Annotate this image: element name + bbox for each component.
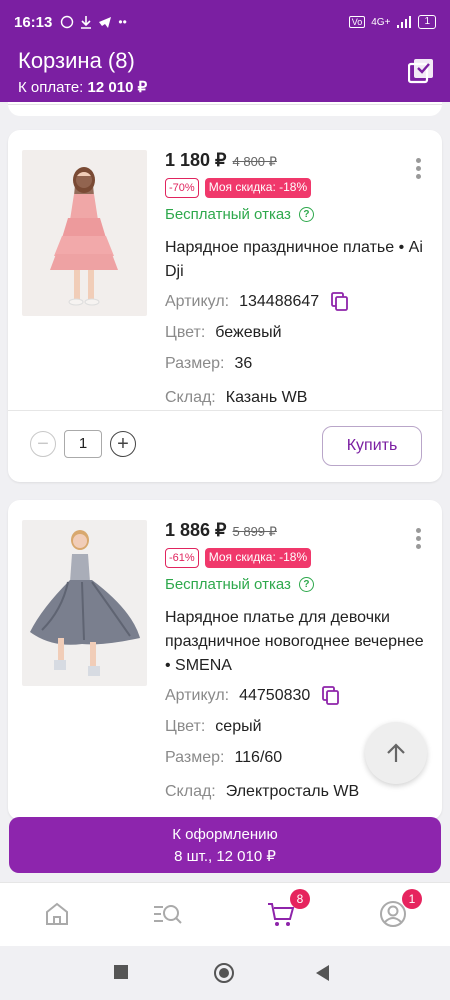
free-return: Бесплатный отказ ?	[165, 204, 430, 224]
increase-quantity-button[interactable]: +	[110, 431, 136, 457]
status-right: Vo 4G+ 1	[348, 15, 436, 29]
product-image[interactable]	[22, 520, 147, 686]
old-price: 5 899 ₽	[232, 524, 277, 539]
quantity-stepper: − 1 +	[30, 430, 136, 458]
article-label: Артикул:	[165, 687, 230, 704]
home-button[interactable]	[214, 963, 234, 983]
price-row: 1 180 ₽ 4 800 ₽	[165, 150, 430, 172]
payment-total: К оплате: 12 010 ₽	[18, 78, 432, 96]
system-navigation-bar	[0, 946, 450, 1000]
color-value: серый	[215, 718, 262, 735]
copy-icon[interactable]	[322, 686, 340, 706]
bottom-tab-bar: 8 1	[0, 882, 450, 946]
discount-badges: -61% Моя скидка: -18%	[165, 548, 430, 568]
previous-card-edge	[8, 102, 442, 116]
article-value: 134488647	[239, 293, 320, 310]
product-info: 1 180 ₽ 4 800 ₽ -70% Моя скидка: -18% Бе…	[165, 150, 430, 411]
checkout-summary: 8 шт., 12 010 ₽	[174, 847, 276, 865]
free-return-label: Бесплатный отказ	[165, 205, 291, 223]
profile-notification-badge: 1	[402, 889, 422, 909]
discount-badges: -70% Моя скидка: -18%	[165, 178, 430, 198]
checkout-label: К оформлению	[172, 825, 278, 843]
tab-home[interactable]	[42, 899, 72, 929]
buy-button[interactable]: Купить	[322, 426, 422, 466]
size-value: 116/60	[234, 749, 283, 766]
arrow-up-icon	[387, 743, 405, 762]
article-value: 44750830	[239, 687, 311, 704]
notification-icons: ••	[60, 15, 127, 29]
my-discount-badge: Моя скидка: -18%	[204, 548, 312, 568]
product-name[interactable]: Нарядное платье для девочки праздничное …	[165, 606, 430, 678]
scroll-to-top-button[interactable]	[365, 722, 427, 784]
product-name[interactable]: Нарядное праздничное платье • Ai Dji	[165, 236, 430, 284]
more-notifications-icon: ••	[118, 15, 127, 29]
current-price: 1 180 ₽	[165, 150, 227, 170]
payment-amount: 12 010 ₽	[87, 79, 148, 96]
status-bar: 16:13 •• Vo 4G+ 1	[0, 0, 450, 44]
article-row: Артикул: 134488647	[165, 289, 430, 315]
help-icon[interactable]: ?	[298, 206, 314, 222]
help-icon[interactable]: ?	[298, 576, 314, 592]
copy-icon[interactable]	[331, 292, 349, 312]
color-row: Цвет: бежевый	[165, 320, 430, 346]
discount-badge: -70%	[165, 178, 199, 198]
home-icon	[46, 902, 68, 925]
quantity-input[interactable]: 1	[64, 430, 102, 458]
old-price: 4 800 ₽	[232, 154, 277, 169]
whatsapp-icon	[61, 15, 74, 29]
signal-icon	[397, 16, 412, 28]
tab-profile[interactable]: 1	[378, 889, 422, 929]
price-row: 1 886 ₽ 5 899 ₽	[165, 520, 430, 542]
payment-label: К оплате:	[18, 79, 84, 96]
decrease-quantity-button[interactable]: −	[30, 431, 56, 457]
size-label: Размер:	[165, 355, 225, 372]
network-label: 4G+	[371, 16, 391, 28]
battery-icon: 1	[418, 15, 436, 29]
free-return-label: Бесплатный отказ	[165, 575, 291, 593]
color-label: Цвет:	[165, 718, 206, 735]
back-button[interactable]	[316, 965, 329, 981]
status-time: 16:13	[14, 13, 53, 31]
product-image[interactable]	[22, 150, 147, 316]
color-label: Цвет:	[165, 324, 206, 341]
volte-icon: Vo	[348, 16, 366, 28]
size-row: Размер: 36	[165, 351, 430, 377]
telegram-icon	[99, 17, 112, 28]
warehouse-value: Казань WB	[225, 389, 308, 406]
size-label: Размер:	[165, 749, 225, 766]
cart-header: Корзина (8) К оплате: 12 010 ₽	[0, 44, 450, 102]
color-value: бежевый	[215, 324, 282, 341]
tab-cart[interactable]: 8	[266, 889, 310, 929]
checkout-button[interactable]: К оформлению 8 шт., 12 010 ₽	[9, 817, 441, 873]
catalog-search-icon	[154, 905, 182, 924]
divider	[8, 410, 442, 411]
page-title: Корзина (8)	[18, 48, 135, 73]
free-return: Бесплатный отказ ?	[165, 574, 430, 594]
cart-item: 1 180 ₽ 4 800 ₽ -70% Моя скидка: -18% Бе…	[8, 130, 442, 482]
discount-badge: -61%	[165, 548, 199, 568]
tab-catalog[interactable]	[152, 899, 182, 929]
article-label: Артикул:	[165, 293, 230, 310]
recents-button[interactable]	[114, 965, 128, 979]
current-price: 1 886 ₽	[165, 520, 227, 540]
download-icon	[81, 16, 92, 29]
cart-count-badge: 8	[290, 889, 310, 909]
warehouse-row: Склад: Казань WB	[165, 385, 430, 411]
warehouse-value: Электросталь WB	[225, 783, 360, 800]
article-row: Артикул: 44750830	[165, 683, 430, 709]
warehouse-label: Склад:	[165, 389, 216, 406]
select-all-icon[interactable]	[408, 58, 434, 84]
size-value: 36	[234, 355, 253, 372]
warehouse-label: Склад:	[165, 783, 216, 800]
my-discount-badge: Моя скидка: -18%	[204, 178, 312, 198]
